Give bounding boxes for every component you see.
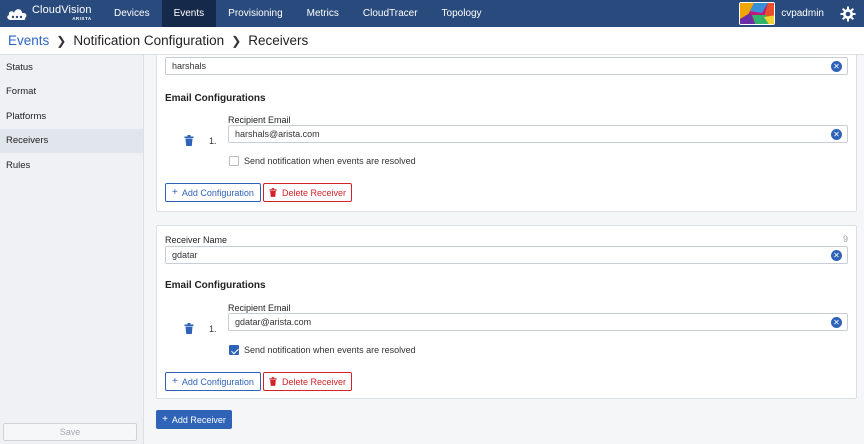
receiver-name-label: Receiver Name — [165, 235, 228, 245]
resolved-checkbox[interactable] — [229, 345, 239, 355]
sidebar-item-status[interactable]: Status — [0, 55, 143, 80]
brand-name: CloudVision — [32, 4, 92, 17]
plus-icon: + — [172, 375, 178, 387]
config-index: 1. — [209, 136, 217, 146]
save-button[interactable]: Save — [3, 423, 137, 441]
recipient-email-input[interactable]: gdatar@arista.com ✕ — [228, 313, 848, 331]
button-label: Delete Receiver — [281, 376, 347, 387]
delete-receiver-button[interactable]: Delete Receiver — [263, 183, 352, 202]
gear-icon[interactable] — [838, 4, 858, 24]
nav-item-cloudtracer[interactable]: CloudTracer — [351, 0, 430, 27]
sidebar: Status Format Platforms Receivers Rules … — [0, 55, 144, 444]
user-avatar[interactable] — [739, 2, 776, 25]
brand-sub: ARISTA — [72, 16, 92, 22]
chevron-right-icon: ❯ — [56, 33, 67, 48]
breadcrumb: Events ❯ Notification Configuration ❯ Re… — [0, 27, 864, 55]
top-nav: CloudVision ARISTA Devices Events Provis… — [0, 0, 864, 27]
delete-receiver-button[interactable]: Delete Receiver — [263, 372, 352, 391]
breadcrumb-receivers: Receivers — [248, 33, 309, 48]
trash-icon[interactable] — [184, 135, 194, 146]
config-index: 1. — [209, 324, 217, 334]
input-value: harshals@arista.com — [235, 129, 320, 139]
breadcrumb-events-link[interactable]: Events — [8, 33, 49, 48]
recipient-email-input[interactable]: harshals@arista.com ✕ — [228, 125, 848, 143]
clear-icon[interactable]: ✕ — [831, 61, 842, 72]
receiver-name-input[interactable]: harshals ✕ — [165, 57, 848, 75]
trash-icon — [269, 188, 277, 197]
sidebar-item-label: Rules — [6, 159, 31, 171]
sidebar-item-format[interactable]: Format — [0, 80, 143, 105]
nav-item-topology[interactable]: Topology — [430, 0, 494, 27]
sidebar-item-label: Platforms — [6, 110, 47, 122]
email-configurations-title: Email Configurations — [165, 280, 266, 291]
input-value: gdatar@arista.com — [235, 317, 312, 327]
nav-item-label: Provisioning — [228, 8, 283, 19]
main-content: harshals ✕ Email Configurations Recipien… — [145, 55, 864, 444]
nav-item-metrics[interactable]: Metrics — [295, 0, 351, 27]
input-value: harshals — [172, 61, 207, 71]
character-count: 9 — [842, 234, 848, 244]
button-label: Add Configuration — [181, 187, 254, 198]
recipient-email-label: Recipient Email — [228, 303, 291, 313]
clear-icon[interactable]: ✕ — [831, 250, 842, 261]
plus-icon: + — [162, 414, 168, 425]
sidebar-item-label: Status — [6, 61, 33, 73]
nav-item-label: Topology — [441, 8, 482, 19]
sidebar-item-receivers[interactable]: Receivers — [0, 128, 143, 153]
username[interactable]: cvpadmin — [781, 8, 824, 19]
receiver-card: Receiver Name 9 gdatar ✕ Email Configura… — [156, 225, 857, 399]
recipient-email-label: Recipient Email — [228, 115, 291, 125]
sidebar-item-platforms[interactable]: Platforms — [0, 104, 143, 129]
button-label: Add Receiver — [171, 414, 226, 425]
add-configuration-button[interactable]: + Add Configuration — [165, 183, 261, 202]
button-label: Add Configuration — [181, 376, 254, 387]
sidebar-item-label: Format — [6, 86, 37, 98]
resolved-checkbox-label: Send notification when events are resolv… — [244, 345, 416, 355]
nav-item-label: Devices — [114, 8, 150, 19]
trash-icon — [269, 377, 277, 386]
add-configuration-button[interactable]: + Add Configuration — [165, 372, 261, 391]
add-receiver-button[interactable]: + Add Receiver — [156, 410, 232, 429]
nav-item-events[interactable]: Events — [161, 0, 217, 27]
clear-icon[interactable]: ✕ — [831, 317, 842, 328]
resolved-checkbox-label: Send notification when events are resolv… — [244, 156, 416, 166]
nav-item-label: Metrics — [306, 8, 339, 19]
cloud-logo-icon — [7, 8, 27, 20]
breadcrumb-notification-configuration: Notification Configuration — [73, 33, 225, 48]
email-configurations-title: Email Configurations — [165, 93, 266, 104]
nav-item-provisioning[interactable]: Provisioning — [216, 0, 294, 27]
sidebar-item-label: Receivers — [6, 135, 49, 147]
avatar-image — [740, 3, 775, 24]
plus-icon: + — [172, 186, 178, 198]
nav-item-label: CloudTracer — [362, 8, 418, 19]
sidebar-item-rules[interactable]: Rules — [0, 153, 143, 178]
cloudvision-logo[interactable]: CloudVision ARISTA — [0, 0, 102, 27]
input-value: gdatar — [172, 250, 198, 260]
nav-item-label: Events — [173, 8, 205, 19]
button-label: Delete Receiver — [281, 187, 347, 198]
nav-item-devices[interactable]: Devices — [102, 0, 162, 27]
chevron-right-icon: ❯ — [231, 33, 242, 48]
receiver-card: harshals ✕ Email Configurations Recipien… — [156, 55, 857, 212]
clear-icon[interactable]: ✕ — [831, 129, 842, 140]
resolved-checkbox[interactable] — [229, 156, 239, 166]
receiver-name-input[interactable]: gdatar ✕ — [165, 246, 848, 264]
trash-icon[interactable] — [184, 323, 194, 334]
